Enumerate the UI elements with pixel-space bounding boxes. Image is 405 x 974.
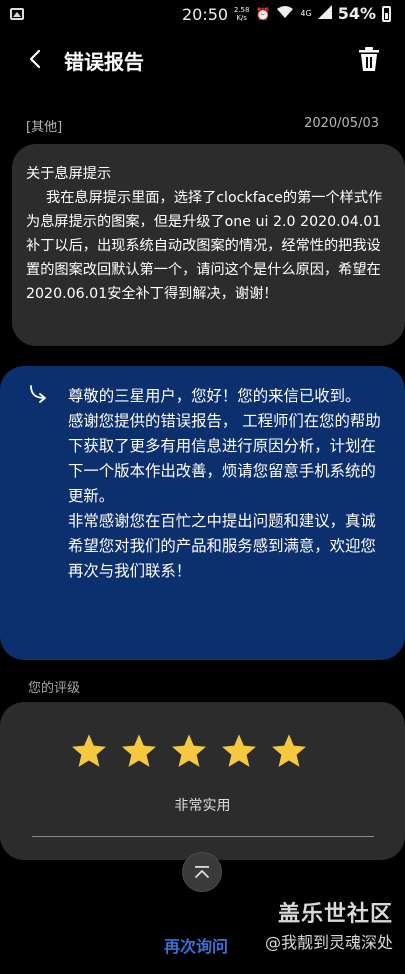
- alarm-icon: ⏰: [255, 6, 271, 21]
- chevron-up-icon: [195, 866, 209, 878]
- status-bar: 20:50 2.58 K/s ⏰ 4G 54%: [0, 0, 405, 28]
- divider: [32, 836, 374, 837]
- star-icon[interactable]: [70, 732, 108, 770]
- network-speed-unit: K/s: [236, 13, 247, 22]
- wifi-icon: [276, 5, 294, 22]
- network-speed: 2.58 K/s: [234, 6, 250, 22]
- rating-card: 非常实用: [0, 702, 405, 860]
- rating-text: 非常实用: [174, 798, 231, 814]
- reply-text: 尊敬的三星用户，您好！您的来信已收到。 感谢您提供的错误报告， 工程师们在您的帮…: [68, 384, 389, 584]
- network-type: 4G: [300, 9, 312, 18]
- star-icon[interactable]: [270, 732, 308, 770]
- reply-paragraph: 非常感谢您在百忙之中提出问题和建议，真诚希望您对我们的产品和服务感到满意，欢迎您…: [68, 512, 376, 580]
- trash-icon[interactable]: [357, 46, 381, 72]
- star-icon[interactable]: [220, 732, 258, 770]
- signal-icon: [317, 5, 332, 22]
- watermark-site: 盖乐世社区: [277, 902, 393, 927]
- report-category: [其他]: [26, 120, 63, 135]
- network-speed-value: 2.58: [233, 5, 250, 14]
- star-icon[interactable]: [120, 732, 158, 770]
- page-title: 错误报告: [64, 50, 144, 74]
- ask-again-link[interactable]: 再次询问: [164, 933, 228, 957]
- watermark-user: @我靓到灵魂深处: [264, 933, 393, 952]
- image-notification-icon: [10, 8, 24, 20]
- reply-arrow-icon: [30, 385, 46, 403]
- report-title: 关于息屏提示: [26, 166, 112, 182]
- report-body: 我在息屏提示里面，选择了clockface的第一个样式作为息屏提示的图案，但是升…: [26, 190, 383, 302]
- back-arrow-icon[interactable]: [24, 47, 48, 71]
- report-card: 关于息屏提示 我在息屏提示里面，选择了clockface的第一个样式作为息屏提示…: [12, 144, 405, 346]
- report-date: 2020/05/03: [304, 116, 379, 131]
- reply-card: 尊敬的三星用户，您好！您的来信已收到。 感谢您提供的错误报告， 工程师们在您的帮…: [0, 366, 405, 660]
- star-rating[interactable]: [70, 732, 308, 770]
- rating-label: 您的评级: [28, 681, 81, 696]
- star-icon[interactable]: [170, 732, 208, 770]
- report-meta: [其他] 2020/05/03: [26, 116, 379, 135]
- status-time: 20:50: [182, 5, 229, 24]
- battery-icon: [382, 5, 391, 22]
- battery-percent: 54%: [337, 4, 376, 23]
- app-bar: 错误报告: [0, 36, 405, 82]
- reply-paragraph: 尊敬的三星用户，您好！您的来信已收到。: [68, 387, 361, 405]
- reply-paragraph: 感谢您提供的错误报告， 工程师们在您的帮助下获取了更多有用信息进行原因分析，计划…: [68, 412, 381, 505]
- collapse-button[interactable]: [182, 852, 222, 892]
- status-indicators: 2.58 K/s ⏰ 4G 54%: [234, 4, 391, 23]
